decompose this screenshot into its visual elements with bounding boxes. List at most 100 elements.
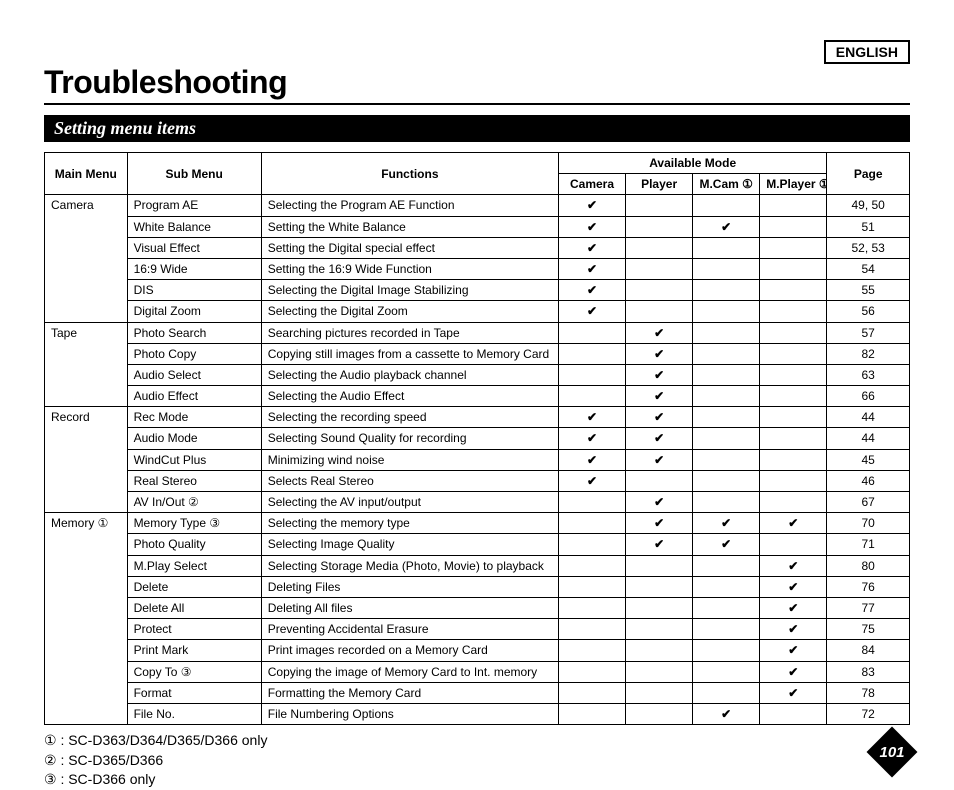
page-cell: 44 xyxy=(827,428,910,449)
mode-cell: ✔ xyxy=(693,703,760,724)
page-cell: 77 xyxy=(827,597,910,618)
function-cell: Formatting the Memory Card xyxy=(261,682,558,703)
table-row: Real StereoSelects Real Stereo✔46 xyxy=(45,470,910,491)
table-row: AV In/Out ②Selecting the AV input/output… xyxy=(45,492,910,513)
page-cell: 44 xyxy=(827,407,910,428)
mode-cell: ✔ xyxy=(693,534,760,555)
mode-cell xyxy=(760,301,827,322)
sub-menu-cell: Memory Type ③ xyxy=(127,513,261,534)
mode-cell xyxy=(558,619,625,640)
function-cell: Setting the 16:9 Wide Function xyxy=(261,258,558,279)
page-cell: 71 xyxy=(827,534,910,555)
page-cell: 82 xyxy=(827,343,910,364)
sub-menu-cell: Program AE xyxy=(127,195,261,216)
page-title: Troubleshooting xyxy=(44,64,910,105)
mode-cell xyxy=(558,640,625,661)
table-row: Photo QualitySelecting Image Quality✔✔71 xyxy=(45,534,910,555)
language-badge: ENGLISH xyxy=(824,40,910,64)
mode-cell xyxy=(626,301,693,322)
mode-cell xyxy=(558,597,625,618)
function-cell: Selecting Sound Quality for recording xyxy=(261,428,558,449)
mode-cell: ✔ xyxy=(558,258,625,279)
main-menu-cell: Memory ① xyxy=(45,513,128,725)
mode-cell: ✔ xyxy=(558,428,625,449)
mode-cell: ✔ xyxy=(558,216,625,237)
mode-cell xyxy=(558,661,625,682)
page-cell: 67 xyxy=(827,492,910,513)
sub-menu-cell: 16:9 Wide xyxy=(127,258,261,279)
table-row: CameraProgram AESelecting the Program AE… xyxy=(45,195,910,216)
mode-cell xyxy=(693,428,760,449)
mode-cell xyxy=(626,597,693,618)
th-main: Main Menu xyxy=(45,153,128,195)
function-cell: Selecting the Audio playback channel xyxy=(261,364,558,385)
mode-cell: ✔ xyxy=(558,301,625,322)
sub-menu-cell: White Balance xyxy=(127,216,261,237)
mode-cell xyxy=(760,386,827,407)
mode-cell: ✔ xyxy=(626,534,693,555)
sub-menu-cell: Visual Effect xyxy=(127,237,261,258)
mode-cell xyxy=(760,195,827,216)
mode-cell: ✔ xyxy=(626,322,693,343)
mode-cell xyxy=(626,555,693,576)
mode-cell xyxy=(626,280,693,301)
th-camera: Camera xyxy=(558,174,625,195)
mode-cell xyxy=(558,576,625,597)
function-cell: Searching pictures recorded in Tape xyxy=(261,322,558,343)
page-cell: 84 xyxy=(827,640,910,661)
mode-cell: ✔ xyxy=(760,619,827,640)
th-sub: Sub Menu xyxy=(127,153,261,195)
sub-menu-cell: Photo Search xyxy=(127,322,261,343)
mode-cell: ✔ xyxy=(558,449,625,470)
mode-cell: ✔ xyxy=(626,386,693,407)
page-number-badge: 101 xyxy=(874,734,910,770)
sub-menu-cell: DIS xyxy=(127,280,261,301)
mode-cell xyxy=(626,237,693,258)
function-cell: Preventing Accidental Erasure xyxy=(261,619,558,640)
mode-cell xyxy=(760,237,827,258)
mode-cell xyxy=(626,661,693,682)
mode-cell xyxy=(626,640,693,661)
footnote: ② : SC-D365/D366 xyxy=(44,751,910,771)
mode-cell xyxy=(693,301,760,322)
table-row: Digital ZoomSelecting the Digital Zoom✔5… xyxy=(45,301,910,322)
function-cell: Selecting the Digital Image Stabilizing xyxy=(261,280,558,301)
function-cell: Deleting Files xyxy=(261,576,558,597)
function-cell: Selecting the Program AE Function xyxy=(261,195,558,216)
mode-cell: ✔ xyxy=(760,576,827,597)
mode-cell: ✔ xyxy=(558,407,625,428)
table-row: ProtectPreventing Accidental Erasure✔75 xyxy=(45,619,910,640)
mode-cell xyxy=(693,597,760,618)
sub-menu-cell: Delete xyxy=(127,576,261,597)
function-cell: Selecting the Digital Zoom xyxy=(261,301,558,322)
mode-cell: ✔ xyxy=(626,513,693,534)
sub-menu-cell: Audio Select xyxy=(127,364,261,385)
page-cell: 51 xyxy=(827,216,910,237)
th-available: Available Mode xyxy=(558,153,826,174)
page-cell: 49, 50 xyxy=(827,195,910,216)
mode-cell xyxy=(760,449,827,470)
mode-cell xyxy=(558,534,625,555)
mode-cell xyxy=(693,682,760,703)
mode-cell: ✔ xyxy=(626,407,693,428)
table-row: Print MarkPrint images recorded on a Mem… xyxy=(45,640,910,661)
mode-cell xyxy=(693,364,760,385)
mode-cell xyxy=(558,364,625,385)
table-row: Audio SelectSelecting the Audio playback… xyxy=(45,364,910,385)
table-header: Main Menu Sub Menu Functions Available M… xyxy=(45,153,910,195)
function-cell: Setting the Digital special effect xyxy=(261,237,558,258)
mode-cell xyxy=(693,343,760,364)
mode-cell xyxy=(693,237,760,258)
sub-menu-cell: Digital Zoom xyxy=(127,301,261,322)
mode-cell xyxy=(626,470,693,491)
table-row: WindCut PlusMinimizing wind noise✔✔45 xyxy=(45,449,910,470)
mode-cell xyxy=(558,343,625,364)
mode-cell: ✔ xyxy=(760,513,827,534)
mode-cell xyxy=(558,682,625,703)
mode-cell xyxy=(626,258,693,279)
mode-cell xyxy=(693,386,760,407)
mode-cell xyxy=(693,619,760,640)
mode-cell xyxy=(626,682,693,703)
th-page: Page xyxy=(827,153,910,195)
mode-cell: ✔ xyxy=(693,216,760,237)
